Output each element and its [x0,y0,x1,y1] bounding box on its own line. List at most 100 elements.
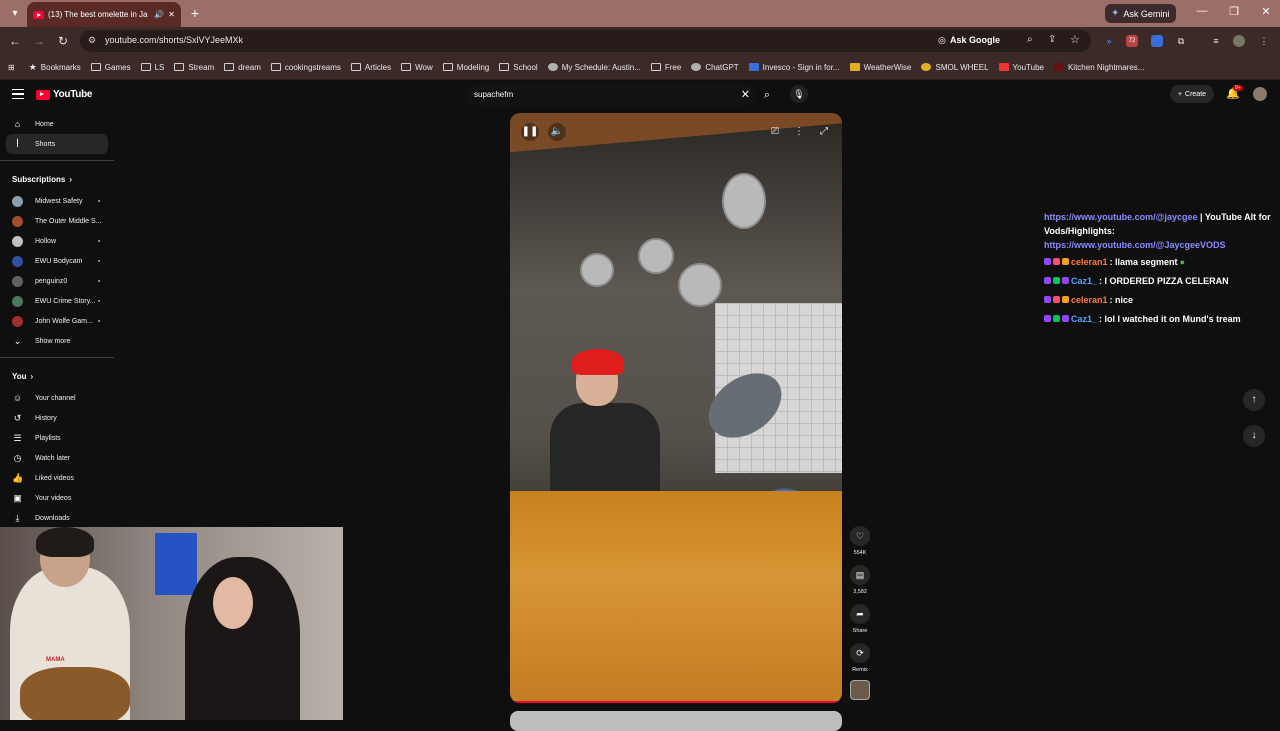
new-content-dot [98,280,100,282]
subscription-item[interactable]: EWU Bodycam [0,251,114,271]
subscription-item[interactable]: Hollow [0,231,114,251]
previous-short-icon[interactable]: ↑ [1243,389,1265,411]
reload-icon[interactable]: ↻ [55,33,71,49]
like-action[interactable]: ♡ 554K [850,526,870,556]
sidebar-item-liked-videos[interactable]: 👍 Liked videos [0,468,114,488]
extension-1-icon[interactable]: » [1103,35,1115,47]
subscription-item[interactable]: The Outer Middle S... [0,211,114,231]
comment-count: 3,582 [853,589,867,595]
next-short-preview[interactable] [510,711,842,731]
folder-icon [140,63,151,71]
clear-search-icon[interactable]: ✕ [741,88,750,101]
pause-icon[interactable]: ❚❚ [521,123,539,141]
extensions-icon[interactable]: ⧉ [1175,35,1187,47]
sidebar-item-watch-later[interactable]: ◷ Watch later [0,448,114,468]
sidebar-item-playlists[interactable]: ☰ Playlists [0,428,114,448]
bookmark-item[interactable]: Articles [350,63,391,72]
captions-icon[interactable]: ⎚ [766,123,784,141]
bookmark-item[interactable]: ChatGPT [691,63,739,72]
voice-search-icon[interactable]: 🎙 [790,85,808,103]
next-short-icon[interactable]: ↓ [1243,425,1265,447]
new-tab-button[interactable]: + [187,5,203,21]
bookmark-item[interactable]: cookingstreams [270,63,341,72]
install-icon[interactable]: ⇪ [1048,34,1056,45]
sidebar-item-downloads[interactable]: ⤓ Downloads [0,508,114,528]
reading-list-icon[interactable]: ≡ [1210,35,1222,47]
search-icon[interactable]: ⌕ [757,85,777,105]
extension-3-icon[interactable] [1151,35,1163,47]
volume-icon[interactable]: 🔈 [548,123,566,141]
badge-icon [1062,296,1069,303]
bookmark-item[interactable]: dream [224,63,261,72]
divider [0,160,114,161]
bookmark-item[interactable]: YouTube [998,63,1044,72]
show-more-button[interactable]: ⌄ Show more [0,331,114,351]
sidebar-item-your-channel[interactable]: ☺ Your channel [0,388,114,408]
comment-icon[interactable]: ▤ [850,565,870,585]
bookmark-item[interactable]: LS [140,63,164,72]
remix-icon[interactable]: ⟳ [850,643,870,663]
create-button[interactable]: + Create [1170,85,1214,103]
subscription-item[interactable]: EWU Crime Story... [0,291,114,311]
close-window-icon[interactable]: ✕ [1258,5,1274,18]
share-icon[interactable]: ➦ [850,604,870,624]
subscription-item[interactable]: penguinz0 [0,271,114,291]
bookmark-item[interactable]: SMOL WHEEL [921,63,989,72]
sidebar-item-shorts[interactable]: ꟾ Shorts [6,134,108,154]
share-action[interactable]: ➦ Share [850,604,870,634]
bookmark-item[interactable]: ★ Bookmarks [29,62,81,73]
bookmark-item[interactable]: Wow [401,63,433,72]
sub-badge-icon [1044,258,1051,265]
bookmark-star-icon[interactable]: ☆ [1070,33,1080,46]
bookmark-item[interactable]: My Schedule: Austin... [547,63,641,72]
shorts-video-player[interactable]: ❚❚ 🔈 ⎚ ⋮ ⤢ [510,113,842,703]
search-input[interactable]: supachefm [474,90,513,99]
bookmark-item[interactable]: Free [650,63,681,72]
address-bar[interactable]: ⚙ youtube.com/shorts/SxlVYJeeMXk ◎ Ask G… [80,30,1091,52]
ask-google-button[interactable]: Ask Google [950,35,1000,45]
comments-action[interactable]: ▤ 3,582 [850,565,870,595]
youtube-logo[interactable]: YouTube [36,89,93,100]
bookmark-item[interactable]: School [499,63,538,72]
video-progress-bar[interactable] [510,701,842,703]
you-header[interactable]: You › [0,364,114,388]
remix-label: Remix [852,667,868,673]
bookmark-item[interactable]: Games [90,63,131,72]
apps-grid-icon[interactable]: ⊞ [8,63,15,72]
zoom-icon[interactable]: ⌕ [1027,34,1033,45]
sidebar-item-your-videos[interactable]: ▣ Your videos [0,488,114,508]
hanging-pan [638,238,674,274]
url-text[interactable]: youtube.com/shorts/SxlVYJeeMXk [105,35,243,45]
fullscreen-icon[interactable]: ⤢ [815,123,833,141]
account-avatar[interactable] [1253,87,1267,101]
bookmark-item[interactable]: Invesco - Sign in for... [748,63,840,72]
guide-menu-icon[interactable] [12,89,24,99]
extension-2-icon[interactable]: 72 [1126,35,1138,47]
sound-thumbnail[interactable] [850,680,870,700]
ask-gemini-button[interactable]: ✦ Ask Gemini [1105,4,1176,23]
browser-tab[interactable]: (13) The best omelette in Ja 🔊 ✕ [27,2,181,27]
like-icon[interactable]: ♡ [850,526,870,546]
remix-action[interactable]: ⟳ Remix [850,643,870,673]
bookmark-item[interactable]: Modeling [442,63,489,72]
bookmark-item[interactable]: WeatherWise [849,63,911,72]
subscription-item[interactable]: Midwest Safety [0,191,114,211]
profile-icon[interactable] [1233,35,1245,47]
sidebar-item-home[interactable]: ⌂ Home [0,114,114,134]
back-icon[interactable]: ← [7,33,23,49]
site-info-icon[interactable]: ⚙ [88,35,96,46]
minimize-icon[interactable]: — [1194,5,1210,17]
bookmark-item[interactable]: Kitchen Nightmares... [1053,63,1144,72]
search-box[interactable]: supachefm ✕ [466,84,756,106]
more-options-icon[interactable]: ⋮ [790,123,808,141]
subscriptions-header[interactable]: Subscriptions › [0,167,114,191]
sidebar-item-history[interactable]: ↺ History [0,408,114,428]
bookmark-item[interactable]: Stream [174,63,214,72]
forward-icon[interactable]: → [31,33,47,49]
browser-menu-icon[interactable]: ⋮ [1258,35,1270,47]
close-tab-icon[interactable]: ✕ [168,10,175,19]
tab-search-chevron-icon[interactable]: ▾ [6,5,24,23]
speaker-icon[interactable]: 🔊 [154,10,164,19]
subscription-item[interactable]: John Wolfe Gam... [0,311,114,331]
restore-icon[interactable]: ❐ [1226,5,1242,18]
